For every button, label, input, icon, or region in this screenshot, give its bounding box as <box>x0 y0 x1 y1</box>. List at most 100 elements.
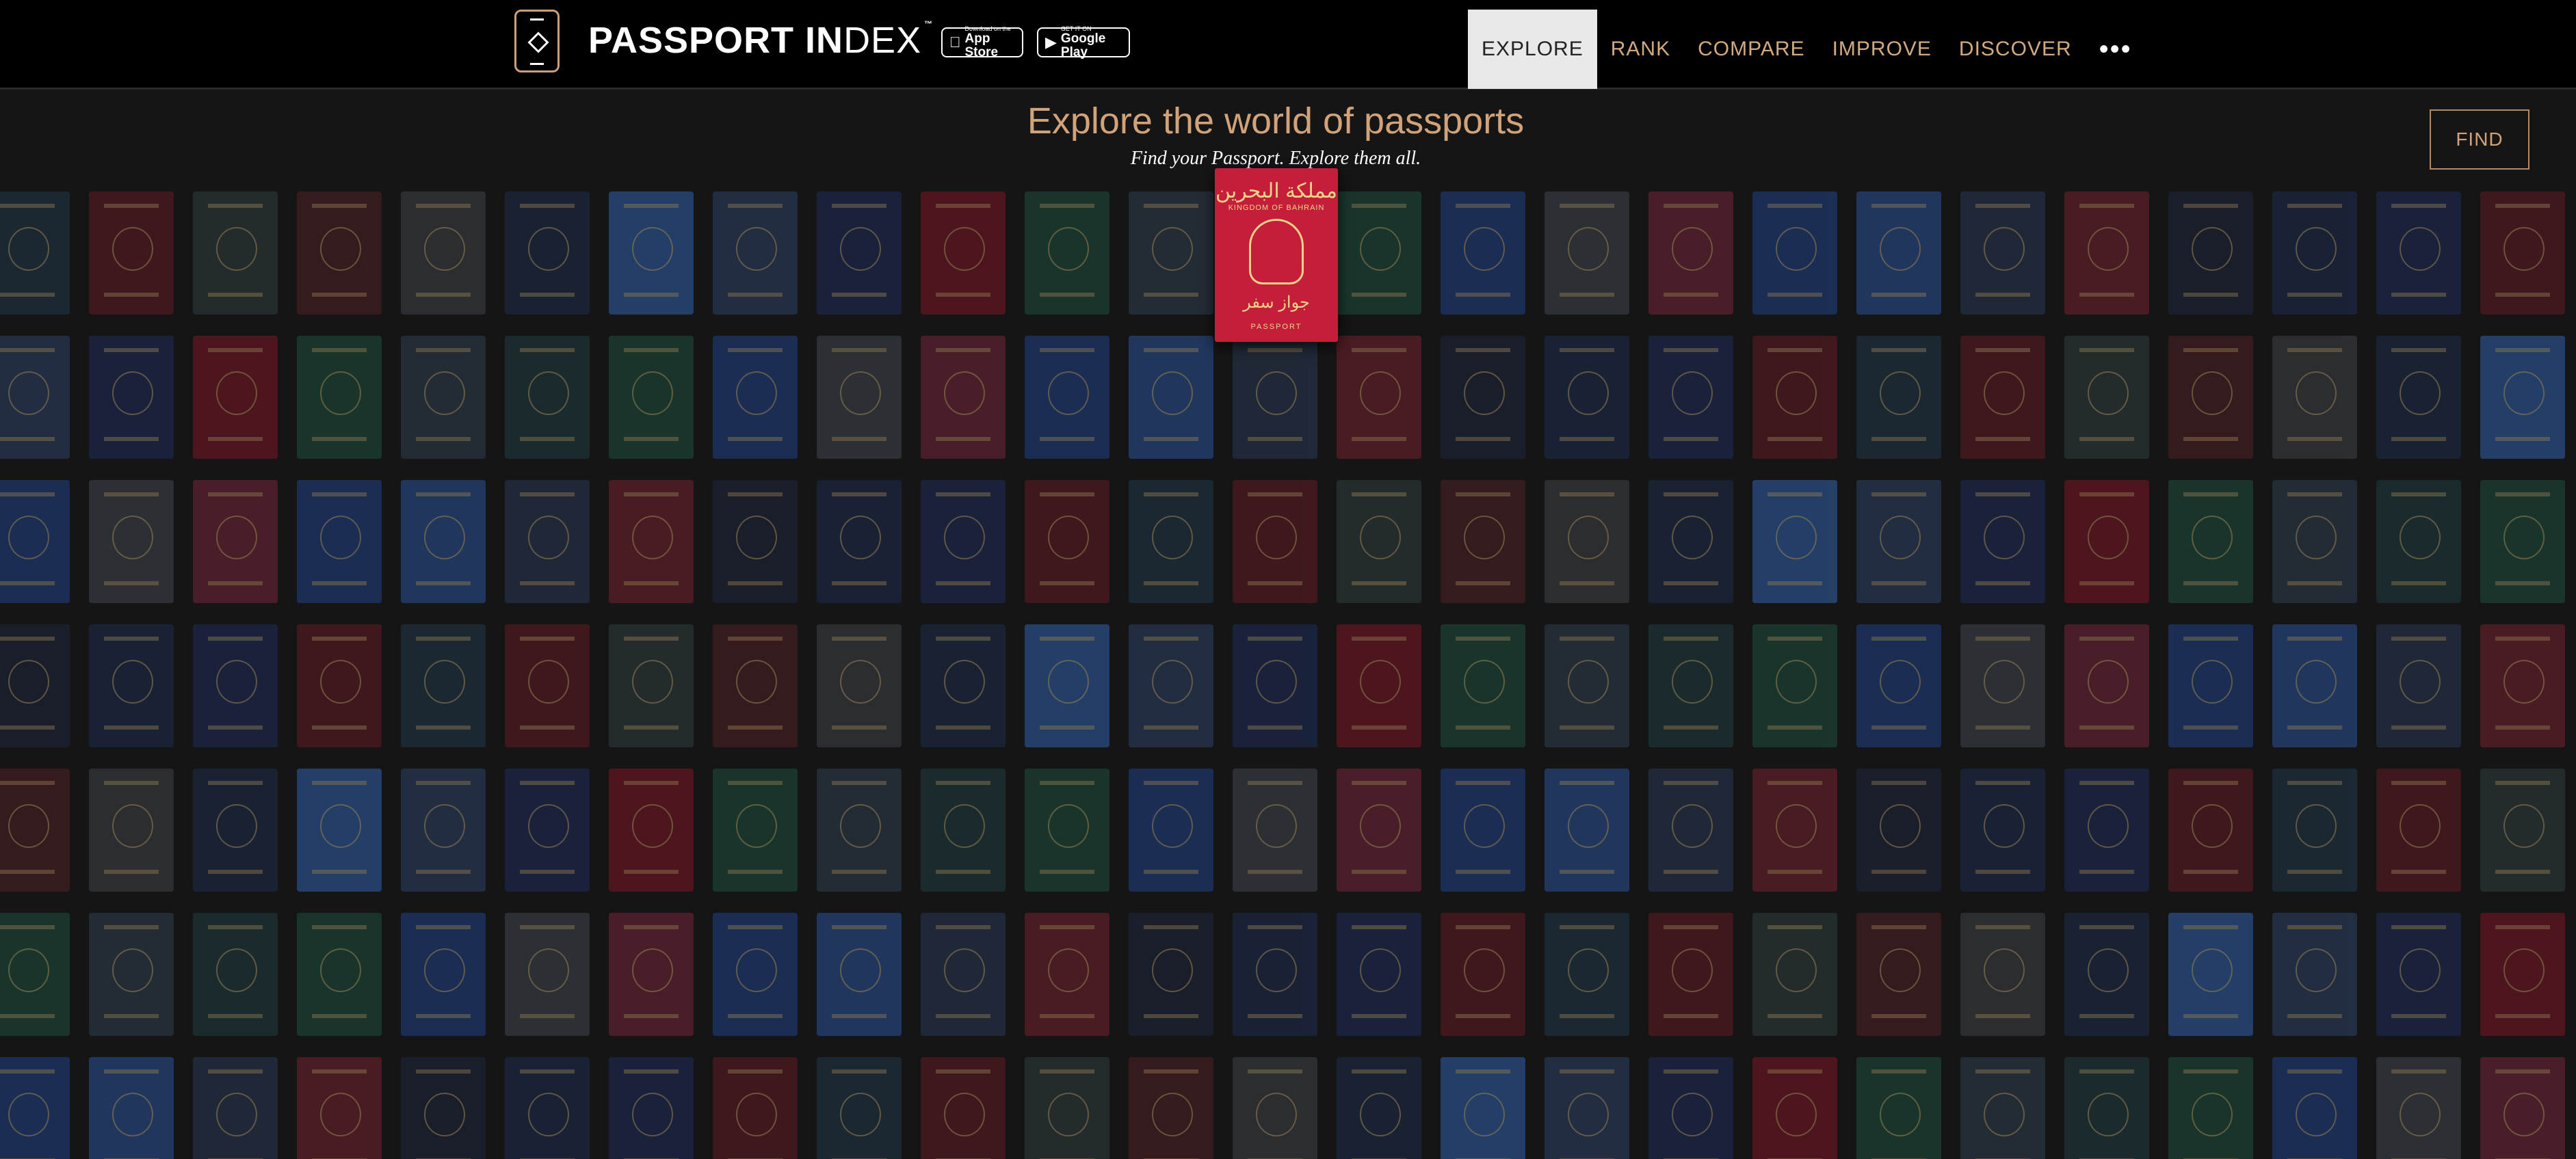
passport-cover[interactable] <box>1337 913 1421 1036</box>
passport-cover[interactable] <box>1856 769 1941 892</box>
passport-cover[interactable] <box>1337 769 1421 892</box>
nav-improve[interactable]: IMPROVE <box>1819 10 1945 89</box>
passport-cover[interactable] <box>1960 624 2045 747</box>
passport-cover[interactable] <box>2272 336 2357 459</box>
passport-cover[interactable] <box>1545 191 1629 315</box>
more-menu-icon[interactable]: ••• <box>2086 10 2146 89</box>
passport-cover[interactable] <box>2168 769 2253 892</box>
passport-cover[interactable] <box>1129 1057 1213 1159</box>
passport-cover[interactable] <box>89 480 174 603</box>
passport-cover[interactable] <box>2376 191 2461 315</box>
passport-cover[interactable] <box>1337 1057 1421 1159</box>
passport-cover[interactable] <box>817 913 902 1036</box>
passport-cover[interactable] <box>2376 913 2461 1036</box>
passport-cover[interactable] <box>1752 1057 1837 1159</box>
passport-cover[interactable] <box>2480 191 2565 315</box>
passport-cover[interactable] <box>1752 480 1837 603</box>
passport-cover[interactable] <box>89 769 174 892</box>
passport-cover[interactable] <box>1025 913 1109 1036</box>
passport-cover[interactable] <box>1752 913 1837 1036</box>
passport-cover[interactable] <box>0 913 70 1036</box>
passport-cover[interactable] <box>1545 769 1629 892</box>
passport-cover[interactable] <box>2168 191 2253 315</box>
passport-cover[interactable] <box>817 480 902 603</box>
passport-cover[interactable] <box>401 913 486 1036</box>
passport-cover[interactable] <box>0 624 70 747</box>
nav-compare[interactable]: COMPARE <box>1684 10 1818 89</box>
passport-cover[interactable] <box>0 336 70 459</box>
passport-cover[interactable] <box>2376 336 2461 459</box>
nav-explore[interactable]: EXPLORE <box>1468 10 1597 89</box>
passport-cover[interactable] <box>1233 1057 1317 1159</box>
nav-discover[interactable]: DISCOVER <box>1945 10 2086 89</box>
nav-rank[interactable]: RANK <box>1597 10 1684 89</box>
passport-cover[interactable] <box>2272 769 2357 892</box>
passport-cover[interactable] <box>2480 913 2565 1036</box>
passport-cover[interactable] <box>609 913 694 1036</box>
passport-cover[interactable] <box>1856 336 1941 459</box>
passport-cover[interactable] <box>1752 336 1837 459</box>
passport-cover[interactable] <box>2064 480 2149 603</box>
passport-cover[interactable] <box>1648 624 1733 747</box>
passport-cover[interactable] <box>2376 769 2461 892</box>
passport-cover[interactable] <box>1233 913 1317 1036</box>
brand-wordmark[interactable]: PASSPORT INDEX ™ <box>588 19 933 62</box>
passport-cover[interactable] <box>193 1057 278 1159</box>
passport-cover[interactable] <box>1441 913 1525 1036</box>
passport-cover[interactable] <box>89 913 174 1036</box>
passport-cover[interactable] <box>2168 480 2253 603</box>
passport-cover[interactable] <box>1960 1057 2045 1159</box>
passport-cover[interactable] <box>921 191 1006 315</box>
passport-cover[interactable] <box>2480 480 2565 603</box>
passport-cover[interactable] <box>2480 624 2565 747</box>
passport-cover[interactable] <box>1129 769 1213 892</box>
find-button[interactable]: FIND <box>2430 109 2529 170</box>
passport-cover[interactable] <box>2168 624 2253 747</box>
passport-cover[interactable] <box>921 336 1006 459</box>
passport-cover[interactable] <box>2064 624 2149 747</box>
passport-cover[interactable] <box>1856 913 1941 1036</box>
passport-cover[interactable] <box>2272 480 2357 603</box>
google-play-badge[interactable]: ▶ GET IT ON Google Play <box>1037 25 1130 59</box>
passport-cover[interactable] <box>0 769 70 892</box>
passport-cover[interactable] <box>1441 624 1525 747</box>
passport-cover[interactable] <box>297 913 382 1036</box>
passport-cover[interactable] <box>2064 191 2149 315</box>
passport-cover[interactable] <box>1337 624 1421 747</box>
passport-cover[interactable] <box>2272 913 2357 1036</box>
passport-cover[interactable] <box>817 336 902 459</box>
passport-cover[interactable] <box>2168 1057 2253 1159</box>
passport-cover[interactable] <box>609 336 694 459</box>
passport-cover[interactable] <box>0 480 70 603</box>
passport-cover[interactable] <box>297 769 382 892</box>
passport-cover[interactable] <box>1960 913 2045 1036</box>
passport-cover[interactable] <box>1856 191 1941 315</box>
passport-cover[interactable] <box>401 191 486 315</box>
passport-cover[interactable] <box>1648 336 1733 459</box>
passport-cover[interactable] <box>193 480 278 603</box>
passport-cover[interactable] <box>1648 769 1733 892</box>
passport-cover[interactable] <box>1025 624 1109 747</box>
passport-cover[interactable] <box>2064 769 2149 892</box>
passport-cover[interactable] <box>609 480 694 603</box>
passport-cover[interactable] <box>1233 624 1317 747</box>
passport-cover[interactable] <box>1545 624 1629 747</box>
passport-cover[interactable] <box>1025 336 1109 459</box>
passport-cover[interactable] <box>817 191 902 315</box>
passport-cover[interactable] <box>1129 913 1213 1036</box>
passport-cover[interactable] <box>505 769 590 892</box>
featured-passport-bahrain[interactable]: مملكة البحرين KINGDOM OF BAHRAIN جواز سف… <box>1215 168 1338 342</box>
passport-cover[interactable] <box>1441 1057 1525 1159</box>
passport-cover[interactable] <box>713 1057 798 1159</box>
passport-cover[interactable] <box>2064 1057 2149 1159</box>
passport-cover[interactable] <box>1648 1057 1733 1159</box>
passport-cover[interactable] <box>609 624 694 747</box>
passport-cover[interactable] <box>1441 191 1525 315</box>
passport-cover[interactable] <box>505 624 590 747</box>
passport-cover[interactable] <box>713 191 798 315</box>
passport-cover[interactable] <box>401 336 486 459</box>
passport-cover[interactable] <box>1960 769 2045 892</box>
passport-cover[interactable] <box>921 769 1006 892</box>
passport-cover[interactable] <box>1129 624 1213 747</box>
passport-cover[interactable] <box>1648 480 1733 603</box>
